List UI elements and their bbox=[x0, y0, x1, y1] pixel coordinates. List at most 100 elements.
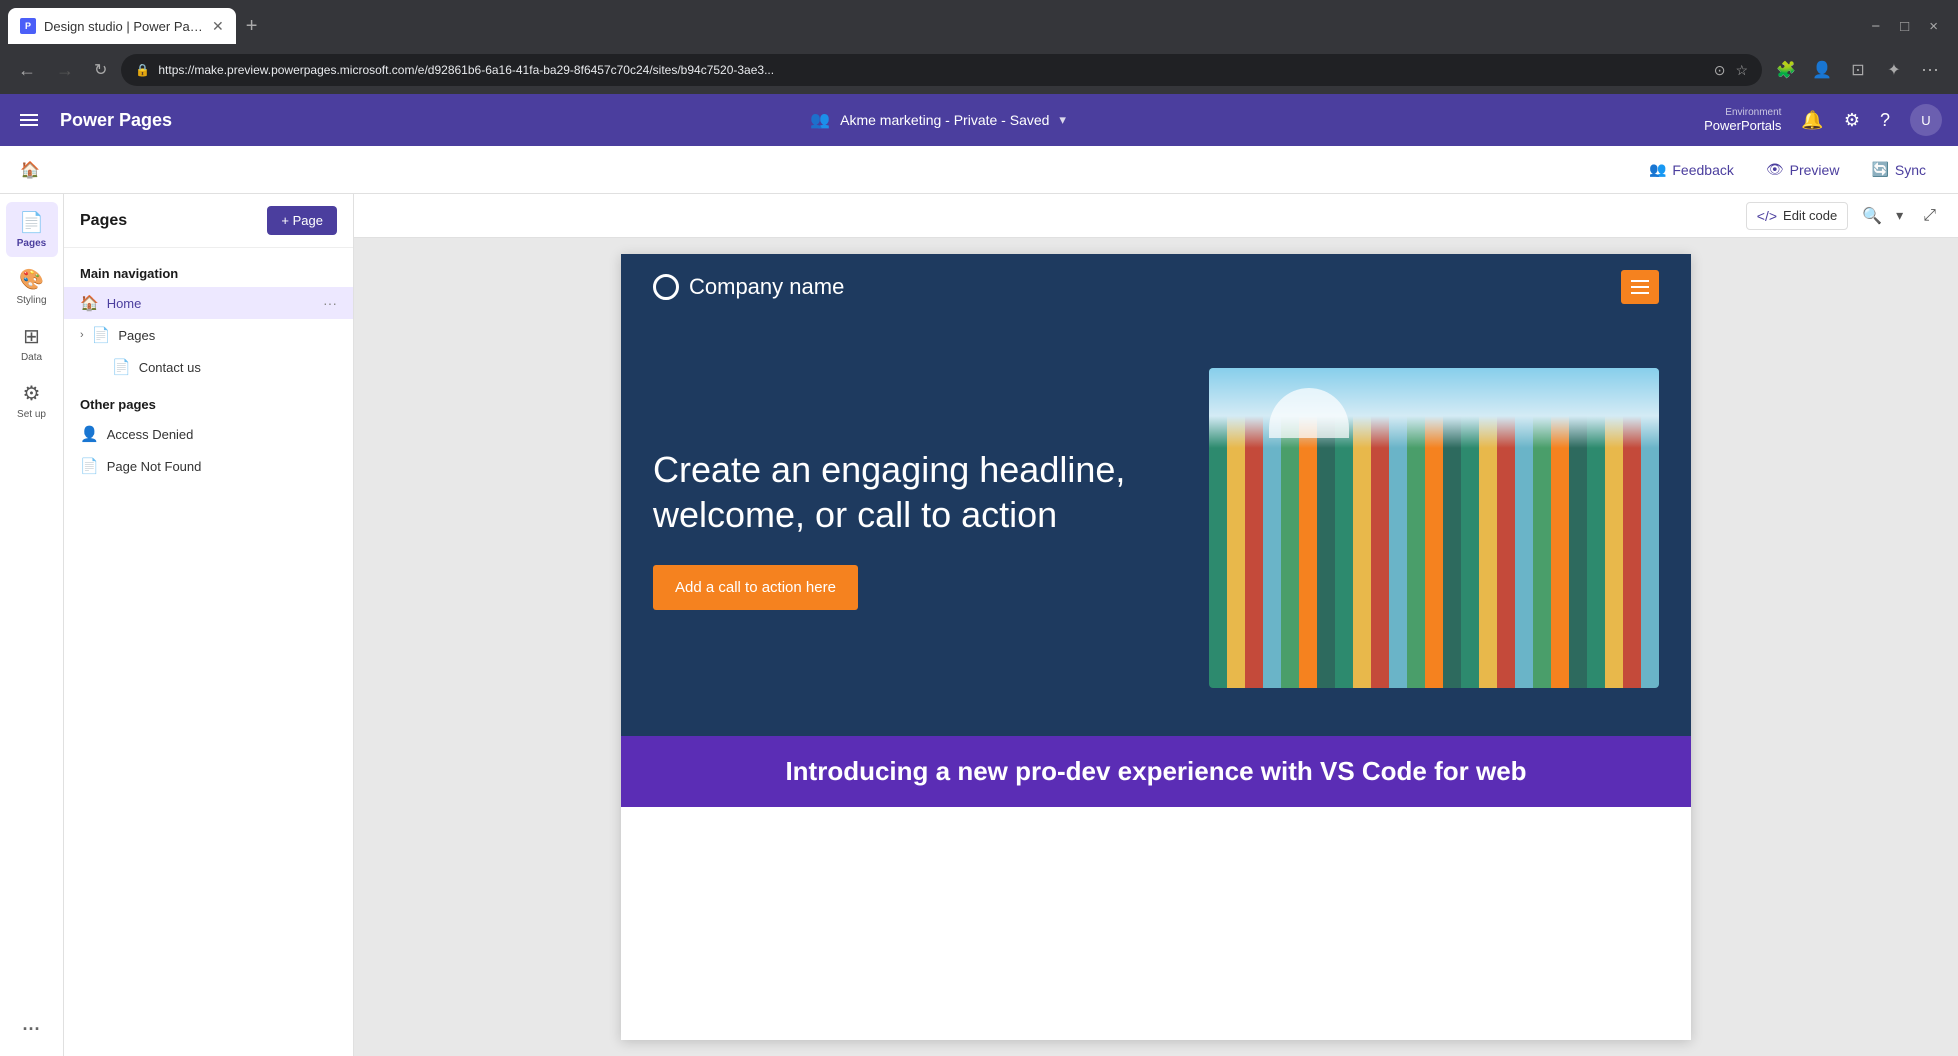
close-button[interactable]: × bbox=[1929, 18, 1938, 35]
site-logo-circle bbox=[653, 274, 679, 300]
access-denied-label: Access Denied bbox=[107, 427, 337, 442]
hero-image-visual bbox=[1209, 368, 1659, 688]
lock-icon: 🔒 bbox=[135, 63, 150, 77]
contact-page-icon: 📄 bbox=[112, 358, 131, 376]
app-container: Power Pages 👥 Akme marketing - Private -… bbox=[0, 94, 1958, 1056]
zoom-in-button[interactable]: 🔍 bbox=[1856, 203, 1888, 229]
waffle-menu-button[interactable] bbox=[16, 110, 42, 130]
hero-text-area: Create an engaging headline, welcome, or… bbox=[653, 447, 1185, 610]
env-info: Environment PowerPortals bbox=[1704, 107, 1781, 133]
window-controls: − □ × bbox=[1871, 18, 1950, 35]
main-layout: 📄 Pages 🎨 Styling ⊞ Data ⚙ Set up ··· Pa… bbox=[0, 194, 1958, 1056]
edit-code-icon: </> bbox=[1757, 208, 1777, 224]
icon-nav-sidebar: 📄 Pages 🎨 Styling ⊞ Data ⚙ Set up ··· bbox=[0, 194, 64, 1056]
contact-page-label: Contact us bbox=[139, 360, 337, 375]
studio-header-actions: 👥 Feedback 👁 Preview 🔄 Sync bbox=[1637, 155, 1938, 184]
not-found-icon: 📄 bbox=[80, 457, 99, 475]
hero-cta-button[interactable]: Add a call to action here bbox=[653, 565, 858, 610]
profile-icon[interactable]: 👤 bbox=[1806, 54, 1838, 86]
promo-banner-text: Introducing a new pro-dev experience wit… bbox=[785, 756, 1526, 786]
topbar-right: Environment PowerPortals 🔔 ⚙ ? U bbox=[1704, 104, 1942, 136]
studio-header: 🏠 👥 Feedback 👁 Preview 🔄 Sync bbox=[0, 146, 1958, 194]
address-bar-icons: ⊙ ☆ bbox=[1714, 62, 1748, 79]
back-button[interactable]: ← bbox=[12, 56, 42, 85]
fullscreen-button[interactable]: ⤢ bbox=[1917, 204, 1942, 228]
bookmark-icon[interactable]: ☆ bbox=[1735, 62, 1748, 79]
site-header: Company name bbox=[621, 254, 1691, 320]
power-pages-topbar: Power Pages 👥 Akme marketing - Private -… bbox=[0, 94, 1958, 146]
sidebar-item-data[interactable]: ⊞ Data bbox=[6, 316, 58, 371]
home-page-more-icon[interactable]: ··· bbox=[323, 295, 337, 311]
sync-button[interactable]: 🔄 Sync bbox=[1859, 155, 1938, 184]
page-item-contact[interactable]: 📄 Contact us bbox=[64, 351, 353, 383]
setup-nav-label: Set up bbox=[17, 409, 46, 420]
preview-icon: 👁 bbox=[1766, 161, 1784, 178]
hero-headline: Create an engaging headline, welcome, or… bbox=[653, 447, 1185, 537]
forward-button[interactable]: → bbox=[50, 56, 80, 85]
minimize-button[interactable]: − bbox=[1871, 18, 1880, 35]
copilot-icon[interactable]: ✦ bbox=[1878, 54, 1910, 86]
notification-button[interactable]: 🔔 bbox=[1801, 110, 1823, 131]
feedback-icon: 👥 bbox=[1649, 161, 1666, 178]
add-page-button[interactable]: + Page bbox=[267, 206, 337, 235]
browser-toolbar-icons: 🧩 👤 ⊡ ✦ ⋯ bbox=[1770, 54, 1946, 86]
zoom-dropdown-button[interactable]: ▾ bbox=[1890, 204, 1909, 227]
tab-close-icon[interactable]: ✕ bbox=[212, 18, 224, 35]
promo-banner: Introducing a new pro-dev experience wit… bbox=[621, 736, 1691, 807]
pages-nav-label: Pages bbox=[17, 238, 46, 249]
sidebar-item-styling[interactable]: 🎨 Styling bbox=[6, 259, 58, 314]
site-company-name: Company name bbox=[689, 274, 844, 300]
nav-bar: ← → ↻ 🔒 https://make.preview.powerpages.… bbox=[0, 46, 1958, 94]
page-item-home[interactable]: 🏠 Home ··· bbox=[64, 287, 353, 319]
pages-panel-content: Main navigation 🏠 Home ··· › 📄 Pages 📄 C… bbox=[64, 248, 353, 1056]
refresh-button[interactable]: ↻ bbox=[88, 56, 113, 84]
feedback-button[interactable]: 👥 Feedback bbox=[1637, 155, 1746, 184]
reader-icon[interactable]: ⊙ bbox=[1714, 62, 1726, 79]
user-avatar[interactable]: U bbox=[1910, 104, 1942, 136]
zoom-controls: 🔍 ▾ bbox=[1856, 203, 1909, 229]
settings-button[interactable]: ⚙ bbox=[1844, 110, 1860, 131]
pages-expand-icon[interactable]: › bbox=[80, 329, 84, 341]
pages-panel-header: Pages + Page bbox=[64, 194, 353, 248]
site-hamburger-button[interactable] bbox=[1621, 270, 1659, 304]
styling-nav-label: Styling bbox=[16, 295, 46, 306]
sidebar-icon[interactable]: ⊡ bbox=[1842, 54, 1874, 86]
home-page-label: Home bbox=[107, 296, 315, 311]
main-nav-section-label: Main navigation bbox=[64, 256, 353, 287]
profile-users-icon: 👥 bbox=[810, 110, 830, 130]
address-bar-container[interactable]: 🔒 https://make.preview.powerpages.micros… bbox=[121, 54, 1762, 86]
breadcrumb-icon: 🏠 bbox=[20, 160, 40, 180]
address-bar-text: https://make.preview.powerpages.microsof… bbox=[158, 63, 1705, 77]
menu-button[interactable]: ⋯ bbox=[1914, 54, 1946, 86]
pages-panel: Pages + Page Main navigation 🏠 Home ··· … bbox=[64, 194, 354, 1056]
edit-code-label: Edit code bbox=[1783, 208, 1837, 223]
edit-code-button[interactable]: </> Edit code bbox=[1746, 202, 1848, 230]
home-page-icon: 🏠 bbox=[80, 294, 99, 312]
preview-label: Preview bbox=[1790, 162, 1840, 178]
sidebar-item-pages[interactable]: 📄 Pages bbox=[6, 202, 58, 257]
active-tab[interactable]: P Design studio | Power Pages ✕ bbox=[8, 8, 236, 44]
page-item-pages-parent[interactable]: › 📄 Pages bbox=[64, 319, 353, 351]
pages-page-label: Pages bbox=[118, 328, 337, 343]
new-tab-button[interactable]: + bbox=[236, 16, 268, 36]
tab-favicon: P bbox=[20, 18, 36, 34]
help-button[interactable]: ? bbox=[1880, 110, 1890, 131]
styling-nav-icon: 🎨 bbox=[19, 267, 44, 292]
not-found-label: Page Not Found bbox=[107, 459, 337, 474]
env-name: PowerPortals bbox=[1704, 118, 1781, 133]
site-logo: Company name bbox=[653, 274, 844, 300]
sync-label: Sync bbox=[1895, 162, 1926, 178]
more-nav-button[interactable]: ··· bbox=[15, 1011, 49, 1048]
maximize-button[interactable]: □ bbox=[1900, 18, 1909, 35]
page-item-not-found[interactable]: 📄 Page Not Found bbox=[64, 450, 353, 482]
feedback-label: Feedback bbox=[1672, 162, 1733, 178]
extensions-icon[interactable]: 🧩 bbox=[1770, 54, 1802, 86]
tab-title: Design studio | Power Pages bbox=[44, 19, 204, 34]
page-item-access-denied[interactable]: 👤 Access Denied bbox=[64, 418, 353, 450]
preview-button[interactable]: 👁 Preview bbox=[1754, 155, 1852, 184]
canvas-toolbar: </> Edit code 🔍 ▾ ⤢ bbox=[354, 194, 1958, 238]
sidebar-item-setup[interactable]: ⚙ Set up bbox=[6, 373, 58, 428]
site-info-dropdown-icon[interactable]: ▾ bbox=[1059, 112, 1066, 128]
pages-nav-icon: 📄 bbox=[19, 210, 44, 235]
setup-nav-icon: ⚙ bbox=[23, 381, 41, 406]
